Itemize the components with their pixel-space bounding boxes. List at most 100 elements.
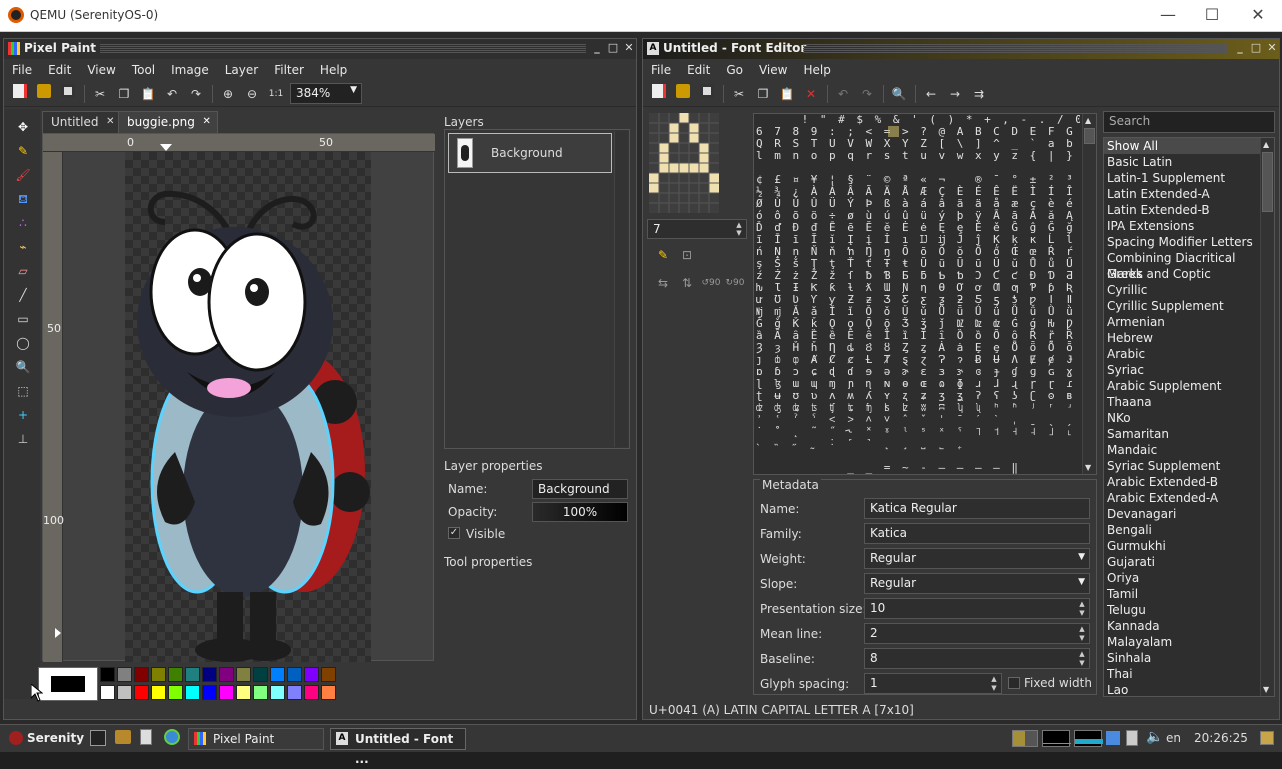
secondary-color-swatch[interactable] xyxy=(38,667,98,701)
close-icon[interactable]: ✕ xyxy=(1238,4,1278,28)
paste-icon[interactable]: 📋 xyxy=(777,84,797,104)
block-list-item[interactable]: Hebrew xyxy=(1104,330,1260,346)
delete-icon[interactable]: ✕ xyxy=(801,84,821,104)
tab-buggie[interactable]: buggie.png ✕ xyxy=(118,111,218,133)
palette-swatch[interactable] xyxy=(270,685,285,700)
spin-up-icon[interactable]: ▲ xyxy=(1076,625,1088,633)
glyph-row[interactable]: l m n o p q r s t u v w x y z { | } ~ xyxy=(756,150,1080,162)
menu-view[interactable]: View xyxy=(79,59,123,81)
block-list-item[interactable]: Armenian xyxy=(1104,314,1260,330)
glyph-row[interactable]: _ _ = ~ ‐ ‒ – — ― ‖ = ʺ ˷ ~ xyxy=(756,462,1080,474)
palette-swatch[interactable] xyxy=(253,685,268,700)
block-list-item[interactable]: Cyrillic Supplement xyxy=(1104,298,1260,314)
redo-icon[interactable]: ↷ xyxy=(186,84,206,104)
block-list-item[interactable]: Thai xyxy=(1104,666,1260,682)
text-editor-icon[interactable] xyxy=(140,729,152,745)
palette-swatch[interactable] xyxy=(287,685,302,700)
block-list-item[interactable]: Show All xyxy=(1104,138,1260,154)
browser-icon[interactable] xyxy=(164,729,180,745)
block-list-item[interactable]: Bengali xyxy=(1104,522,1260,538)
palette-swatch[interactable] xyxy=(168,685,183,700)
menu-layer[interactable]: Layer xyxy=(217,59,266,81)
palette-swatch[interactable] xyxy=(270,667,285,682)
palette-swatch[interactable] xyxy=(253,667,268,682)
block-list-item[interactable]: IPA Extensions xyxy=(1104,218,1260,234)
menu-edit[interactable]: Edit xyxy=(679,59,718,81)
block-list-item[interactable]: Combining Diacritical Marks xyxy=(1104,250,1260,281)
menu-view[interactable]: View xyxy=(751,59,795,81)
palette-swatch[interactable] xyxy=(100,685,115,700)
search-icon[interactable]: 🔍 xyxy=(889,84,909,104)
pen-tool-icon[interactable]: ✎ xyxy=(12,141,34,161)
palette-swatch[interactable] xyxy=(304,667,319,682)
keyboard-layout[interactable]: en xyxy=(1166,731,1181,745)
zoom-in-icon[interactable]: ⊕ xyxy=(218,84,238,104)
close-icon[interactable]: ✕ xyxy=(106,112,114,132)
scroll-down-icon[interactable]: ▼ xyxy=(1263,685,1269,694)
select-tool-icon[interactable]: ⬚ xyxy=(12,381,34,401)
block-list-item[interactable]: Cyrillic xyxy=(1104,282,1260,298)
pen-tool-icon[interactable]: ✎ xyxy=(653,245,673,265)
glyph-map-grid[interactable]: ! " # $ % & ' ( ) * + , - . / 0 1 2 3 4 … xyxy=(756,114,1080,474)
go-to-glyph-icon[interactable]: ⇉ xyxy=(969,84,989,104)
flip-vertical-icon[interactable]: ⇅ xyxy=(677,273,697,293)
minimize-icon[interactable]: _ xyxy=(1233,41,1247,55)
block-list-item[interactable]: Kannada xyxy=(1104,618,1260,634)
spin-down-icon[interactable]: ▼ xyxy=(1076,609,1088,617)
menu-tool[interactable]: Tool xyxy=(124,59,163,81)
layer-list-scrollbar[interactable] xyxy=(614,131,628,447)
palette-swatch[interactable] xyxy=(151,667,166,682)
palette-swatch[interactable] xyxy=(321,685,336,700)
copy-icon[interactable]: ❐ xyxy=(753,84,773,104)
scroll-down-icon[interactable]: ▼ xyxy=(1085,463,1091,472)
glyph-row[interactable]: ˴ ˵ ˶ ˷ ˸ ˹ ˺ ˻ ˼ ˽ ˾ ˿ xyxy=(756,438,1080,450)
block-list-item[interactable]: NKo xyxy=(1104,410,1260,426)
network-icon[interactable] xyxy=(1106,731,1120,745)
scroll-up-icon[interactable]: ▲ xyxy=(1263,140,1269,149)
menu-edit[interactable]: Edit xyxy=(40,59,79,81)
menu-file[interactable]: File xyxy=(643,59,679,81)
layer-item[interactable]: Background xyxy=(448,133,612,173)
volume-icon[interactable]: 🔈 xyxy=(1146,729,1163,745)
spin-up-icon[interactable]: ▲ xyxy=(733,221,745,229)
spray-tool-icon[interactable]: ∴ xyxy=(12,213,34,233)
rotate-left-icon[interactable]: ↺90 xyxy=(701,273,721,293)
canvas-area[interactable]: 0 50 50 100 xyxy=(42,133,435,662)
block-list-item[interactable]: Gurmukhi xyxy=(1104,538,1260,554)
actual-size-icon[interactable]: 1:1 xyxy=(266,84,286,104)
move-tool-icon[interactable]: ✥ xyxy=(12,117,34,137)
spin-down-icon[interactable]: ▼ xyxy=(988,684,1000,692)
primary-color-swatch[interactable] xyxy=(51,676,85,692)
ellipse-tool-icon[interactable]: ◯ xyxy=(12,333,34,353)
cut-icon[interactable]: ✂ xyxy=(729,84,749,104)
block-list-item[interactable]: Gujarati xyxy=(1104,554,1260,570)
cut-icon[interactable]: ✂ xyxy=(90,84,110,104)
previous-glyph-icon[interactable]: ← xyxy=(921,84,941,104)
open-folder-icon[interactable] xyxy=(673,84,693,104)
menu-go[interactable]: Go xyxy=(718,59,751,81)
metadata-text-field[interactable]: Katica Regular xyxy=(864,498,1090,519)
palette-swatch[interactable] xyxy=(219,685,234,700)
clipboard-icon[interactable] xyxy=(1126,730,1138,746)
task-font-editor[interactable]: A Untitled - Font ... xyxy=(330,728,466,766)
flip-horizontal-icon[interactable]: ⇆ xyxy=(653,273,673,293)
metadata-text-field[interactable]: Katica xyxy=(864,523,1090,544)
metadata-spin-field[interactable]: 8 ▲ ▼ xyxy=(864,648,1090,669)
brush-tool-icon[interactable]: 🖌 xyxy=(12,165,34,185)
fixed-width-checkbox[interactable] xyxy=(1008,677,1020,689)
line-tool-icon[interactable]: ╱ xyxy=(12,285,34,305)
palette-swatch[interactable] xyxy=(219,667,234,682)
save-icon[interactable] xyxy=(697,84,717,104)
palette-swatch[interactable] xyxy=(185,685,200,700)
glyph-map-scrollbar[interactable]: ▲ ▼ xyxy=(1082,114,1096,474)
zoom-out-icon[interactable]: ⊖ xyxy=(242,84,262,104)
menu-help[interactable]: Help xyxy=(795,59,838,81)
zoom-tool-icon[interactable]: 🔍 xyxy=(12,357,34,377)
chevron-down-icon[interactable]: ▼ xyxy=(1078,552,1085,562)
menu-file[interactable]: File xyxy=(4,59,40,81)
block-list-item[interactable]: Spacing Modifier Letters xyxy=(1104,234,1260,250)
palette-swatch[interactable] xyxy=(134,667,149,682)
layer-list[interactable]: Background xyxy=(444,129,630,449)
open-folder-icon[interactable] xyxy=(34,84,54,104)
glyph-width-spinbox[interactable]: 7 ▲ ▼ xyxy=(647,219,747,239)
